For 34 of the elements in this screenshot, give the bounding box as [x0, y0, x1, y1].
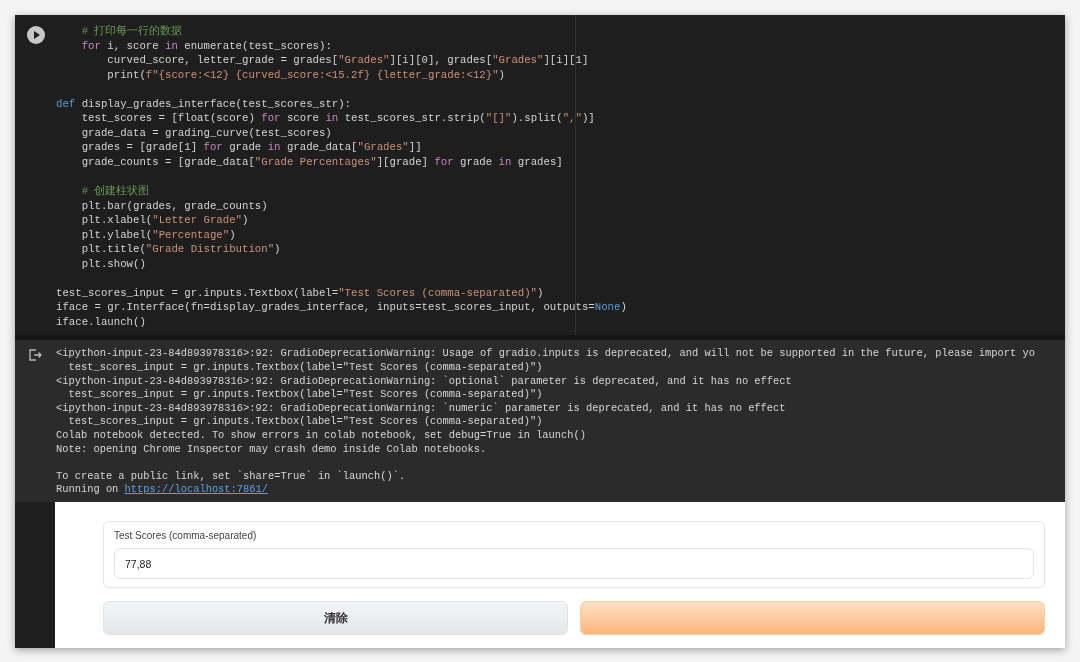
clear-button[interactable]: 清除: [103, 601, 568, 635]
code-line: grade_counts = [grade_data["Grade Percentages"][grade] for grade in grades]: [80, 154, 564, 170]
output-line: <ipython-input-23-84d893978316>:92: GradioDeprecationWarning: Usage of gradio.inputs is deprecated, and will not be supported in the future, please import yo: [56, 347, 1035, 362]
code-line: print(f"{score:<12} {curved_score:<15.2f} {letter_grade:<12}"): [106, 67, 506, 83]
code-line: iface = gr.Interface(fn=display_grades_interface, inputs=test_scores_input, outputs=None): [56, 300, 627, 315]
code-line: # 创建柱状图: [80, 184, 151, 199]
code-line: plt.bar(grades, grade_counts): [80, 198, 269, 214]
code-line: plt.xlabel("Letter Grade"): [80, 213, 250, 228]
code-line: grades = [grade[1] for grade in grade_data["Grades"]]: [80, 140, 423, 155]
output-line: test_scores_input = gr.inputs.Textbox(label="Test Scores (comma-separated)"): [67, 415, 544, 430]
output-line: To create a public link, set `share=True` in `launch()`.: [56, 469, 407, 484]
code-line: plt.ylabel("Percentage"): [80, 227, 237, 243]
scores-field[interactable]: 77,88: [114, 548, 1034, 579]
output-line: Colab notebook detected. To show errors in colab notebook, set debug=True in launch(): [56, 429, 587, 443]
run-button[interactable]: [26, 26, 45, 44]
code-line: iface.launch(): [56, 314, 147, 330]
code-line: plt.show(): [80, 256, 147, 272]
code-line: curved_score, letter_grade = grades["Grades"][i][0], grades["Grades"][i][1]: [106, 53, 590, 68]
code-line: # 打印每一行的数据: [80, 24, 184, 39]
code-line: for i, score in enumerate(test_scores):: [80, 38, 333, 54]
output-line: test_scores_input = gr.inputs.Textbox(label="Test Scores (comma-separated)"): [67, 361, 544, 375]
localhost-link[interactable]: https://localhost:7861/: [124, 483, 268, 496]
code-line: test_scores_input = gr.inputs.Textbox(label="Test Scores (comma-separated)"): [56, 285, 545, 301]
code-line: test_scores = [float(score) for score in test_scores_str.strip("[]").split(",")]: [80, 111, 596, 126]
code-line: grade_data = grading_curve(test_scores): [80, 125, 333, 141]
output-line: Running on: [56, 483, 120, 496]
code-line: plt.title("Grade Distribution"): [80, 242, 282, 257]
field-label: Test Scores (comma-separated): [114, 530, 258, 541]
code-line: def display_grades_interface(test_scores_str):: [56, 96, 353, 112]
output-line: test_scores_input = gr.inputs.Textbox(label="Test Scores (comma-separated)"): [67, 388, 544, 402]
output-line: <ipython-input-23-84d893978316>:92: GradioDeprecationWarning: `numeric` parameter is deprecated, and it has no effect: [56, 401, 787, 416]
output-icon[interactable]: [29, 349, 42, 362]
output-line: Note: opening Chrome Inspector may crash demo inside Colab notebooks.: [56, 442, 488, 457]
output-line: <ipython-input-23-84d893978316>:92: GradioDeprecationWarning: `optional` parameter is deprecated, and it has no effect: [56, 374, 793, 389]
